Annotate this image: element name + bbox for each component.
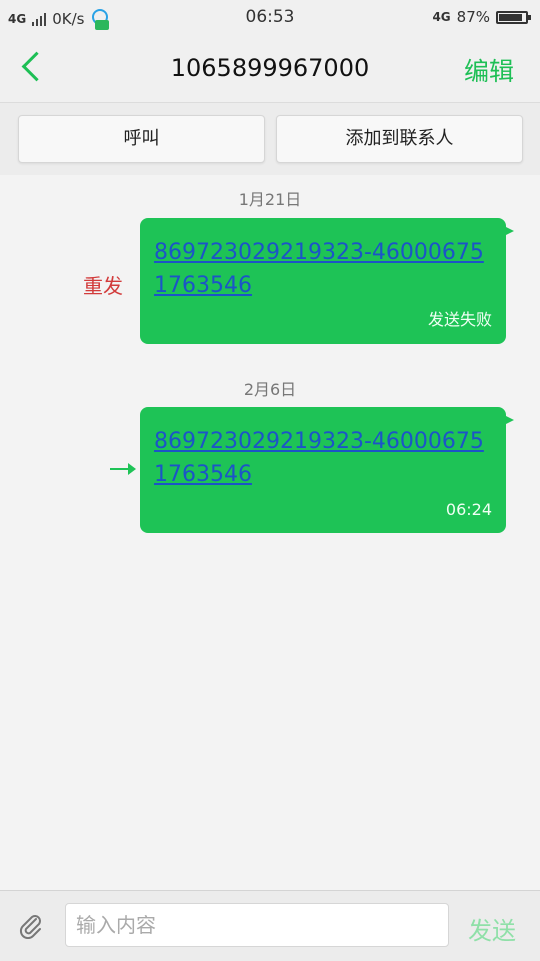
status-right: 4G 87% [432, 8, 531, 26]
resend-button[interactable]: 重发 [83, 270, 123, 299]
attachment-icon[interactable] [18, 913, 44, 939]
edit-button[interactable]: 编辑 [464, 52, 514, 88]
sent-arrow-icon [110, 463, 136, 475]
message-date: 1月21日 [238, 190, 302, 209]
compose-bar: 输入内容 发送 [0, 890, 540, 961]
contact-actions: 呼叫 添加到联系人 [0, 103, 540, 175]
message-time: 06:24 [445, 500, 492, 519]
message-bubble[interactable]: 869723029219323-460006751763546 06:24 [140, 407, 514, 533]
battery-icon [496, 10, 531, 24]
message-link[interactable]: 869723029219323-460006751763546 [154, 236, 494, 302]
status-bar: 4G 0K/s 06:53 4G 87% [0, 0, 540, 36]
send-button[interactable]: 发送 [468, 911, 516, 946]
message-date: 2月6日 [243, 380, 297, 399]
message-bubble[interactable]: 869723029219323-460006751763546 发送失败 [140, 218, 514, 344]
battery-percent: 87% [456, 8, 490, 26]
message-input[interactable]: 输入内容 [65, 903, 449, 947]
network-type-right: 4G [432, 10, 451, 24]
conversation-header: 1065899967000 编辑 [0, 36, 540, 103]
message-link[interactable]: 869723029219323-460006751763546 [154, 425, 494, 491]
call-button[interactable]: 呼叫 [18, 115, 265, 163]
conversation-title: 1065899967000 [170, 54, 370, 82]
add-contact-button[interactable]: 添加到联系人 [276, 115, 523, 163]
message-status: 发送失败 [427, 310, 492, 329]
